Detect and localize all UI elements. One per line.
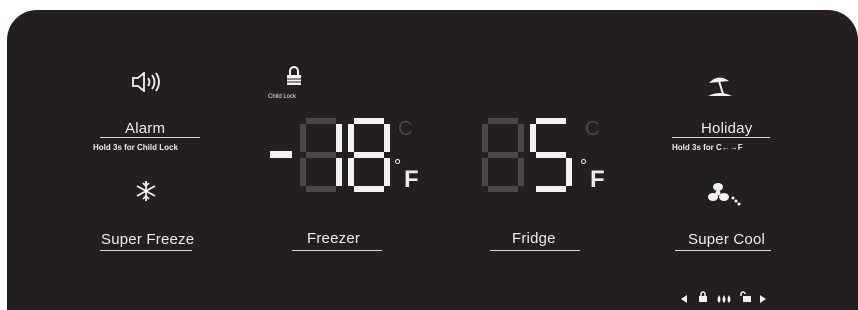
fridge-underline xyxy=(490,250,580,251)
holiday-hint-text: Hold 3s for xyxy=(672,143,717,152)
fridge-temperature-display xyxy=(482,118,572,192)
child-lock-label: Child Lock xyxy=(268,94,297,100)
unlock-icon xyxy=(740,290,752,308)
padlock-icon xyxy=(286,66,302,91)
fan-icon xyxy=(708,182,742,211)
control-panel xyxy=(7,10,858,310)
holiday-hint-symbol: C←→F xyxy=(716,143,743,152)
fridge-button[interactable]: Fridge xyxy=(512,230,556,247)
freezer-button[interactable]: Freezer xyxy=(307,230,360,247)
water-drops-icon xyxy=(716,291,732,309)
alarm-underline xyxy=(100,137,200,138)
super-cool-button[interactable]: Super Cool xyxy=(688,231,765,248)
fridge-degree: ° xyxy=(580,156,588,176)
freezer-unit-c: C xyxy=(398,118,413,140)
super-freeze-button[interactable]: Super Freeze xyxy=(101,231,194,248)
alarm-hint: Hold 3s for Child Lock xyxy=(93,143,178,152)
freezer-degree: ° xyxy=(394,156,402,176)
left-arrow-icon xyxy=(680,291,688,309)
super-cool-underline xyxy=(675,250,771,251)
snowflake-icon xyxy=(135,180,157,207)
fridge-unit-c: C xyxy=(585,118,600,140)
holiday-button[interactable]: Holiday xyxy=(701,120,752,137)
freezer-underline xyxy=(292,250,382,251)
holiday-hint: Hold 3s for C←→F xyxy=(672,143,743,152)
lock-icon xyxy=(698,290,708,308)
speaker-sound-icon xyxy=(131,71,163,97)
freezer-unit-f: F xyxy=(404,166,419,193)
super-freeze-underline xyxy=(100,250,192,251)
fridge-unit-f: F xyxy=(590,166,605,193)
right-arrow-icon xyxy=(759,291,767,309)
holiday-underline xyxy=(672,137,770,138)
alarm-button[interactable]: Alarm xyxy=(125,120,165,137)
beach-umbrella-icon xyxy=(706,74,734,105)
